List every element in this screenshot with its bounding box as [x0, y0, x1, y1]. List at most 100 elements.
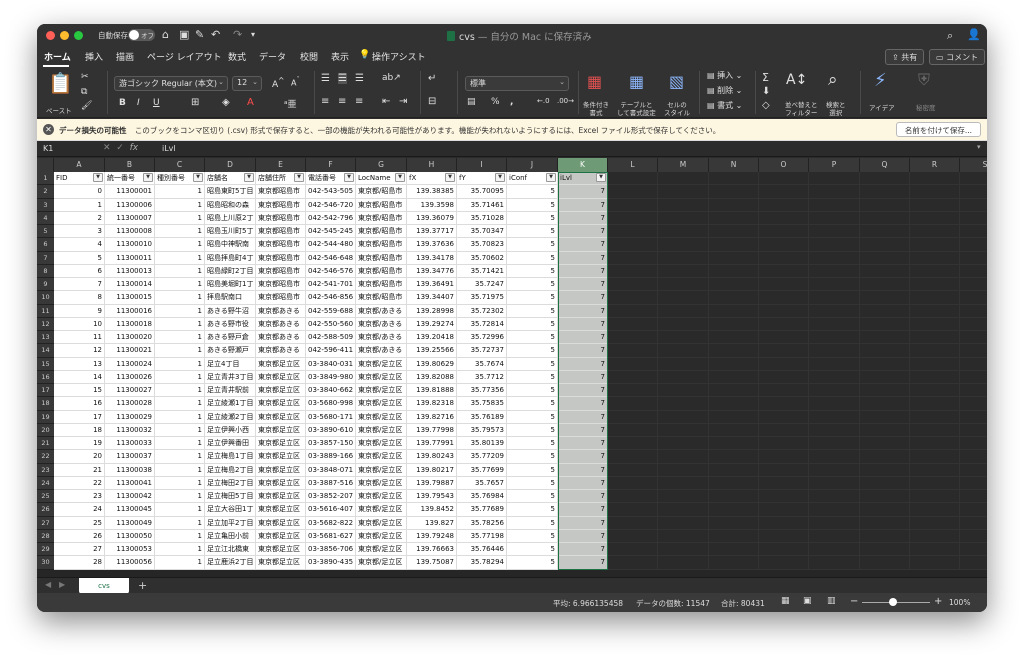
data-cell[interactable]: 139.81888	[407, 384, 457, 398]
data-cell[interactable]: 東京都/足立区	[356, 516, 407, 530]
data-cell[interactable]: 5	[507, 476, 558, 490]
data-cell[interactable]: 11300021	[105, 344, 155, 358]
data-cell[interactable]: 7	[558, 543, 608, 557]
increase-decimal-icon[interactable]: ←.0	[537, 97, 550, 105]
data-cell[interactable]: 東京都足立区	[256, 543, 306, 557]
row-header[interactable]: 22	[37, 450, 54, 464]
data-cell[interactable]: 7	[558, 490, 608, 504]
data-cell[interactable]: 足立鹿浜2丁目	[205, 556, 256, 570]
data-cell[interactable]: 11300016	[105, 304, 155, 318]
fill-color-icon[interactable]: ◈	[222, 97, 230, 108]
data-cell[interactable]: 042-545-245	[306, 225, 356, 239]
data-cell[interactable]: 東京都足立区	[256, 463, 306, 477]
row-header[interactable]: 25	[37, 490, 54, 504]
data-cell[interactable]	[709, 278, 759, 292]
data-cell[interactable]	[759, 397, 809, 411]
data-cell[interactable]	[759, 198, 809, 212]
data-cell[interactable]: 24	[54, 503, 105, 517]
data-cell[interactable]	[608, 423, 658, 437]
data-cell[interactable]: 昭島昭和の森	[205, 198, 256, 212]
data-cell[interactable]	[759, 317, 809, 331]
column-header[interactable]: B	[105, 158, 155, 172]
column-header[interactable]: P	[809, 158, 860, 172]
data-cell[interactable]: 35.70347	[457, 225, 507, 239]
close-window-button[interactable]	[46, 31, 55, 40]
select-all-corner[interactable]	[37, 158, 54, 172]
data-cell[interactable]: 13	[54, 357, 105, 371]
cancel-formula-icon[interactable]: ✕	[103, 143, 111, 153]
data-cell[interactable]: 東京都足立区	[256, 490, 306, 504]
accounting-format-icon[interactable]: ▤	[467, 97, 476, 107]
data-cell[interactable]: 足立綾瀬2丁目	[205, 410, 256, 424]
data-cell[interactable]	[608, 490, 658, 504]
data-cell[interactable]	[658, 490, 709, 504]
filter-dropdown-icon[interactable]: ▼	[344, 173, 354, 182]
data-cell[interactable]: 139.79543	[407, 490, 457, 504]
comma-style-icon[interactable]: ,	[510, 97, 513, 107]
data-cell[interactable]: 東京都足立区	[256, 529, 306, 543]
data-cell[interactable]: 昭島玉川町5丁	[205, 225, 256, 239]
spreadsheet-grid[interactable]: A B C D E F G H I J K L M N O P Q R S 1 FID ▼ 統一番号 ▼ 種別番号 ▼ 店舗名 ▼ 店舗…	[37, 158, 987, 577]
data-cell[interactable]	[658, 437, 709, 451]
data-cell[interactable]: 042-541-701	[306, 278, 356, 292]
data-cell[interactable]: 11300024	[105, 357, 155, 371]
data-cell[interactable]	[658, 331, 709, 345]
data-cell[interactable]: 10	[54, 317, 105, 331]
data-cell[interactable]	[759, 556, 809, 570]
data-cell[interactable]	[709, 410, 759, 424]
data-cell[interactable]	[809, 344, 860, 358]
data-cell[interactable]	[960, 291, 987, 305]
data-cell[interactable]: 5	[507, 317, 558, 331]
data-cell[interactable]: 042-550-560	[306, 317, 356, 331]
data-cell[interactable]: 足立青井3丁目	[205, 370, 256, 384]
minimize-window-button[interactable]	[60, 31, 69, 40]
data-cell[interactable]: 1	[155, 225, 205, 239]
data-cell[interactable]	[960, 198, 987, 212]
data-cell[interactable]	[910, 357, 960, 371]
column-header[interactable]: F	[306, 158, 356, 172]
data-cell[interactable]	[910, 397, 960, 411]
data-cell[interactable]: 03-3857-150	[306, 437, 356, 451]
data-cell[interactable]: 東京都足立区	[256, 423, 306, 437]
data-cell[interactable]: 11300026	[105, 370, 155, 384]
customize-toolbar-icon[interactable]: ▾	[251, 30, 255, 39]
data-cell[interactable]	[709, 476, 759, 490]
data-cell[interactable]	[709, 397, 759, 411]
data-cell[interactable]: 35.70095	[457, 185, 507, 199]
data-cell[interactable]: 東京都足立区	[256, 476, 306, 490]
data-cell[interactable]	[860, 503, 910, 517]
data-cell[interactable]: 14	[54, 370, 105, 384]
data-cell[interactable]: 22	[54, 476, 105, 490]
wrap-text-icon[interactable]: ↵	[428, 73, 436, 84]
data-cell[interactable]	[608, 225, 658, 239]
column-header[interactable]: E	[256, 158, 306, 172]
data-cell[interactable]: 1	[155, 437, 205, 451]
data-cell[interactable]	[759, 476, 809, 490]
data-cell[interactable]: 5	[507, 450, 558, 464]
data-cell[interactable]: 東京都昭島市	[256, 251, 306, 265]
data-cell[interactable]	[960, 344, 987, 358]
header-cell[interactable]: 店舗名 ▼	[205, 172, 256, 186]
data-cell[interactable]	[860, 450, 910, 464]
data-cell[interactable]: 35.77699	[457, 463, 507, 477]
data-cell[interactable]: 139.3598	[407, 198, 457, 212]
data-cell[interactable]	[910, 463, 960, 477]
data-cell[interactable]: 5	[507, 331, 558, 345]
data-cell[interactable]	[860, 357, 910, 371]
data-cell[interactable]: 139.34407	[407, 291, 457, 305]
data-cell[interactable]	[910, 278, 960, 292]
data-cell[interactable]	[608, 278, 658, 292]
data-cell[interactable]: 139.37717	[407, 225, 457, 239]
fill-icon[interactable]: ⬇	[762, 86, 770, 97]
function-icon[interactable]: fx	[130, 143, 139, 153]
data-cell[interactable]	[658, 423, 709, 437]
data-cell[interactable]: 139.82318	[407, 397, 457, 411]
search-icon[interactable]: ⌕	[947, 29, 953, 43]
data-cell[interactable]: 1	[155, 463, 205, 477]
italic-button[interactable]: I	[137, 98, 140, 108]
data-cell[interactable]	[960, 370, 987, 384]
data-cell[interactable]: 1	[155, 423, 205, 437]
data-cell[interactable]: 1	[155, 211, 205, 225]
data-cell[interactable]	[809, 238, 860, 252]
data-cell[interactable]	[960, 278, 987, 292]
